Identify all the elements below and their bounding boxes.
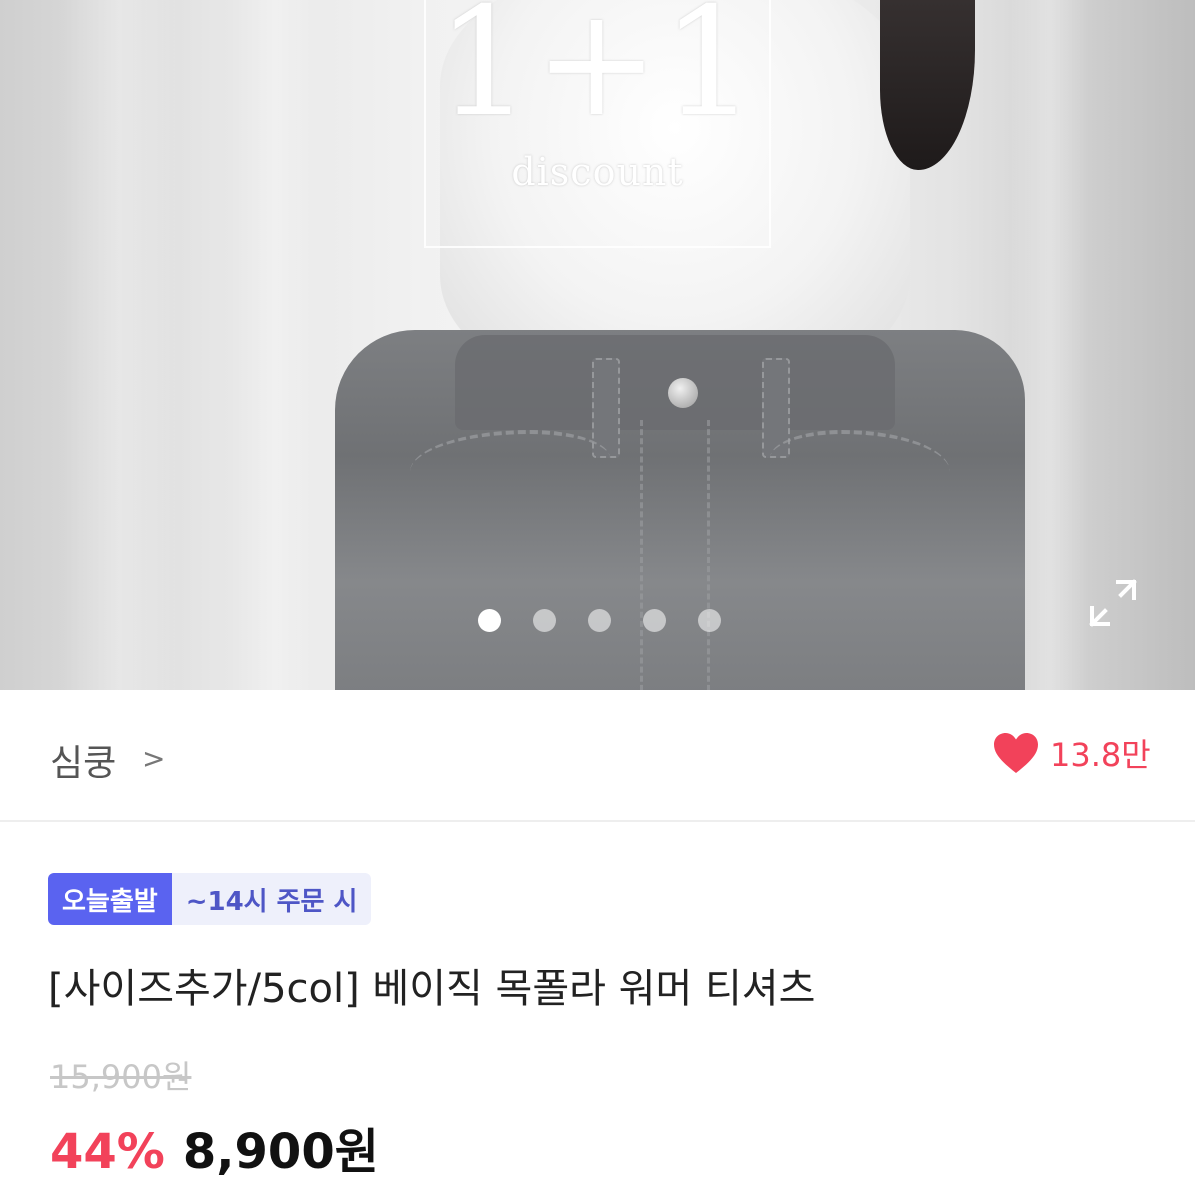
expand-icon[interactable] bbox=[1088, 578, 1138, 628]
carousel-dot[interactable] bbox=[533, 609, 556, 632]
like-button[interactable]: 13.8만 bbox=[992, 730, 1151, 776]
shop-name-link[interactable]: 심쿵 bbox=[50, 734, 116, 786]
sale-price: 8,900원 bbox=[182, 1124, 379, 1180]
carousel-indicator bbox=[478, 609, 721, 632]
product-title: [사이즈추가/5col] 베이직 목폴라 워머 티셔츠 bbox=[48, 966, 816, 1012]
jeans-fly bbox=[640, 420, 710, 690]
promo-headline: 1+1 bbox=[436, 0, 759, 150]
heart-icon bbox=[994, 733, 1038, 773]
promo-subtext: discount bbox=[511, 150, 684, 194]
carousel-dot[interactable] bbox=[478, 609, 501, 632]
jeans-button bbox=[668, 378, 698, 408]
like-count: 13.8만 bbox=[1050, 736, 1151, 774]
discount-rate: 44% bbox=[50, 1124, 165, 1180]
original-price: 15,900원 bbox=[50, 1058, 192, 1096]
order-cutoff-badge: ~14시 주문 시 bbox=[171, 873, 372, 925]
price-row: 44% 8,900원 bbox=[50, 1112, 379, 1182]
carousel-dot[interactable] bbox=[643, 609, 666, 632]
curtain-fold bbox=[60, 0, 180, 690]
model-hair-image bbox=[880, 0, 975, 170]
shipping-badge: 오늘출발 ~14시 주문 시 bbox=[48, 873, 372, 925]
same-day-shipping-badge: 오늘출발 bbox=[48, 873, 172, 925]
carousel-dot[interactable] bbox=[698, 609, 721, 632]
shop-row: 심쿵 > 13.8만 bbox=[0, 690, 1195, 822]
chevron-right-icon: > bbox=[142, 742, 166, 775]
product-image-carousel[interactable]: 1+1 discount bbox=[0, 0, 1195, 690]
carousel-dot[interactable] bbox=[588, 609, 611, 632]
curtain-fold bbox=[230, 0, 320, 690]
